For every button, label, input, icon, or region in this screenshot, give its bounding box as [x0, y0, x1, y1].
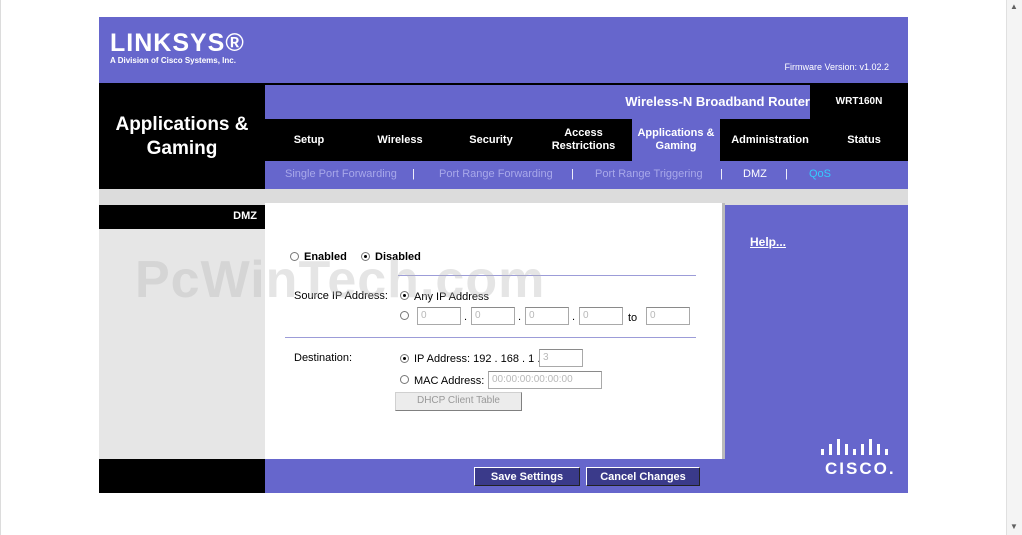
product-name: Wireless-N Broadband Router	[625, 94, 810, 109]
subtab-separator: |	[720, 168, 723, 180]
scroll-up-arrow-icon[interactable]: ▲	[1010, 2, 1018, 12]
cisco-logo-text: CISCO.	[825, 459, 896, 478]
to-label: to	[628, 312, 638, 324]
source-ip-range-end[interactable]: 0	[646, 307, 690, 325]
section-title: Applications & Gaming	[99, 113, 265, 161]
tab-access-restrictions[interactable]: Access Restrictions	[535, 119, 632, 161]
source-ip-octet-1[interactable]: 0	[417, 307, 461, 325]
mac-address-label: MAC Address:	[414, 375, 485, 387]
subtab-separator: |	[571, 168, 574, 180]
section-title-line2: Gaming	[146, 138, 218, 159]
main-tabs: Setup Wireless Security Access Restrictio…	[265, 119, 908, 161]
right-gray-band	[725, 189, 908, 205]
section-title-line1: Applications &	[115, 114, 249, 135]
action-bar: Save Settings Cancel Changes	[265, 459, 725, 493]
firmware-version: Firmware Version: v1.02.2	[784, 62, 889, 72]
destination-label: Destination:	[294, 352, 353, 364]
subtab-separator: |	[412, 168, 415, 180]
dhcp-client-table-button[interactable]: DHCP Client Table	[395, 392, 522, 411]
subtab-separator: |	[785, 168, 788, 180]
router-admin-frame: LINKSYS® A Division of Cisco Systems, In…	[99, 17, 908, 493]
cisco-logo-area: CISCO.	[725, 429, 908, 493]
dmz-content-panel: Enabled Disabled Source IP Address: Any …	[265, 203, 722, 459]
dest-ip-last-octet[interactable]: 3	[539, 349, 583, 367]
any-ip-label: Any IP Address	[414, 291, 490, 303]
help-panel: Help... CISCO.	[725, 205, 908, 493]
dest-ip-label: IP Address: 192 . 168 . 1 .	[414, 353, 541, 365]
left-panel-label: DMZ	[233, 210, 257, 222]
save-settings-button[interactable]: Save Settings	[474, 467, 580, 486]
subtab-qos[interactable]: QoS	[809, 168, 831, 180]
help-link[interactable]: Help...	[750, 235, 786, 249]
tab-security[interactable]: Security	[447, 119, 535, 161]
dest-ip-radio[interactable]	[400, 354, 409, 363]
ip-range-radio[interactable]	[400, 311, 409, 320]
subtab-port-range-triggering[interactable]: Port Range Triggering	[595, 168, 703, 180]
tab-administration[interactable]: Administration	[720, 119, 820, 161]
disabled-label: Disabled	[375, 251, 421, 263]
product-bar: Wireless-N Broadband Router WRT160N	[265, 85, 908, 119]
any-ip-radio[interactable]	[400, 291, 409, 300]
section-divider	[398, 275, 696, 276]
tab-wireless[interactable]: Wireless	[353, 119, 447, 161]
window-left-border	[0, 0, 1, 535]
linksys-logo: LINKSYS®	[110, 29, 245, 57]
dest-mac-radio[interactable]	[400, 375, 409, 384]
vertical-scrollbar[interactable]	[1006, 0, 1022, 535]
left-panel	[99, 205, 265, 459]
tab-status[interactable]: Status	[820, 119, 908, 161]
tab-applications-gaming[interactable]: Applications & Gaming	[632, 119, 720, 161]
scroll-down-arrow-icon[interactable]: ▼	[1010, 522, 1018, 532]
mac-address-input[interactable]: 00:00:00:00:00:00	[488, 371, 602, 389]
sub-tabs: Single Port Forwarding | Port Range Forw…	[265, 161, 908, 189]
left-footer	[99, 459, 265, 493]
source-ip-octet-2[interactable]: 0	[471, 307, 515, 325]
disabled-radio[interactable]	[361, 252, 370, 261]
source-ip-octet-4[interactable]: 0	[579, 307, 623, 325]
enabled-label: Enabled	[304, 251, 347, 263]
linksys-tagline: A Division of Cisco Systems, Inc.	[110, 56, 236, 65]
enabled-radio[interactable]	[290, 252, 299, 261]
tab-setup[interactable]: Setup	[265, 119, 353, 161]
subtab-port-range-forwarding[interactable]: Port Range Forwarding	[439, 168, 553, 180]
content-shadow	[722, 203, 725, 459]
cancel-changes-button[interactable]: Cancel Changes	[586, 467, 700, 486]
model-label: WRT160N	[835, 96, 883, 107]
subtab-dmz[interactable]: DMZ	[743, 168, 767, 180]
source-ip-label: Source IP Address:	[294, 290, 388, 302]
cisco-bars-icon	[821, 439, 888, 455]
subtab-single-port-forwarding[interactable]: Single Port Forwarding	[285, 168, 397, 180]
section-divider	[285, 337, 696, 338]
model-badge: WRT160N	[810, 85, 908, 119]
source-ip-octet-3[interactable]: 0	[525, 307, 569, 325]
